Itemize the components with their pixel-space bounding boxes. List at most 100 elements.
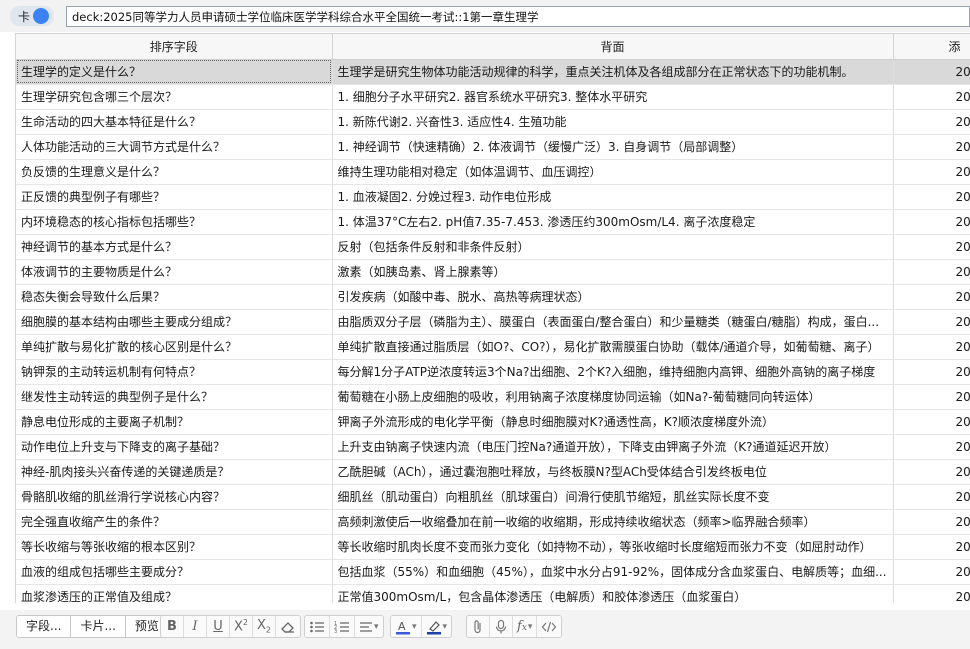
table-row[interactable]: 细胞膜的基本结构由哪些主要成分组成？ 由脂质双分子层（磷脂为主）、膜蛋白（表面蛋白…	[16, 309, 970, 335]
table-row[interactable]: 稳态失衡会导致什么后果？引发疾病（如酸中毒、脱水、高热等病理状态）202	[16, 284, 970, 310]
cell-sort-field[interactable]: 细胞膜的基本结构由哪些主要成分组成？	[16, 309, 333, 335]
column-header-sort-field[interactable]: 排序字段	[16, 34, 333, 60]
search-input[interactable]	[66, 6, 970, 27]
cell-added[interactable]: 202	[893, 459, 970, 485]
cards-button[interactable]: 卡片...	[71, 616, 126, 637]
cell-back[interactable]: 引发疾病（如酸中毒、脱水、高热等病理状态）	[332, 284, 894, 310]
table-row[interactable]: 动作电位上升支与下降支的离子基础？ 上升支由钠离子快速内流（电压门控Na?通道开放…	[16, 434, 970, 460]
cell-added[interactable]: 202	[893, 409, 970, 435]
cell-sort-field[interactable]: 正反馈的典型例子有哪些？	[16, 184, 333, 210]
cell-back[interactable]: 细肌丝（肌动蛋白）向粗肌丝（肌球蛋白）间滑行使肌节缩短，肌丝实际长度不变	[332, 484, 894, 510]
cell-back[interactable]: 高频刺激使后一收缩叠加在前一收缩的收缩期，形成持续收缩状态（频率>临界融合频率）	[332, 509, 894, 535]
align-icon[interactable]: ▾	[355, 616, 383, 637]
table-row[interactable]: 单纯扩散与易化扩散的核心区别是什么？ 单纯扩散直接通过脂质层（如O?、CO?），易…	[16, 334, 970, 360]
cell-added[interactable]: 202	[893, 84, 970, 110]
cell-added[interactable]: 202	[893, 284, 970, 310]
cell-back[interactable]: 1. 神经调节（快速精确）2. 体液调节（缓慢广泛）3. 自身调节（局部调整）	[332, 134, 894, 160]
table-row[interactable]: 骨骼肌收缩的肌丝滑行学说核心内容？ 细肌丝（肌动蛋白）向粗肌丝（肌球蛋白）间滑行使…	[16, 484, 970, 510]
table-row[interactable]: 血液的组成包括哪些主要成分？ 包括血浆（55%）和血细胞（45%），血浆中水分占9…	[16, 559, 970, 585]
cell-sort-field[interactable]: 骨骼肌收缩的肌丝滑行学说核心内容？	[16, 484, 333, 510]
table-row[interactable]: 等长收缩与等张收缩的根本区别？ 等长收缩时肌肉长度不变而张力变化（如持物不动），等…	[16, 534, 970, 560]
cell-added[interactable]: 202	[893, 359, 970, 385]
cell-added[interactable]: 202	[893, 484, 970, 510]
cell-sort-field[interactable]: 完全强直收缩产生的条件？	[16, 509, 333, 535]
cell-added[interactable]: 202	[893, 334, 970, 360]
cell-sort-field[interactable]: 稳态失衡会导致什么后果？	[16, 284, 333, 310]
table-row[interactable]: 完全强直收缩产生的条件？ 高频刺激使后一收缩叠加在前一收缩的收缩期，形成持续收缩状…	[16, 509, 970, 535]
cell-added[interactable]: 202	[893, 159, 970, 185]
table-row[interactable]: 钠钾泵的主动转运机制有何特点？ 每分解1分子ATP逆浓度转运3个Na?出细胞、2个…	[16, 359, 970, 385]
underline-icon[interactable]: U	[207, 616, 230, 637]
cell-added[interactable]: 202	[893, 259, 970, 285]
cell-added[interactable]: 202	[893, 534, 970, 560]
cell-added[interactable]: 202	[893, 134, 970, 160]
cell-back[interactable]: 1. 新陈代谢2. 兴奋性3. 适应性4. 生殖功能	[332, 109, 894, 135]
cell-sort-field[interactable]: 动作电位上升支与下降支的离子基础？	[16, 434, 333, 460]
table-row[interactable]: 血浆渗透压的正常值及组成？ 正常值300mOsm/L，包含晶体渗透压（电解质）和胶…	[16, 584, 970, 603]
cell-added[interactable]: 202	[893, 584, 970, 603]
cell-sort-field[interactable]: 静息电位形成的主要离子机制？	[16, 409, 333, 435]
cell-back[interactable]: 1. 细胞分子水平研究2. 器官系统水平研究3. 整体水平研究	[332, 84, 894, 110]
cell-sort-field[interactable]: 生理学研究包含哪三个层次？	[16, 84, 333, 110]
cell-added[interactable]: 202	[893, 109, 970, 135]
table-row[interactable]: 静息电位形成的主要离子机制？ 钾离子外流形成的电化学平衡（静息时细胞膜对K?通透性…	[16, 409, 970, 435]
table-row[interactable]: 继发性主动转运的典型例子是什么？ 葡萄糖在小肠上皮细胞的吸收，利用钠离子浓度梯度协…	[16, 384, 970, 410]
cell-back[interactable]: 包括血浆（55%）和血细胞（45%），血浆中水分占91-92%，固体成分含血浆蛋…	[332, 559, 894, 585]
column-header-back[interactable]: 背面	[332, 34, 894, 60]
html-code-icon[interactable]	[537, 616, 562, 637]
cell-back[interactable]: 反射（包括条件反射和非条件反射）	[332, 234, 894, 260]
cell-sort-field[interactable]: 生命活动的四大基本特征是什么？	[16, 109, 333, 135]
cell-back[interactable]: 1. 体温37°C左右2. pH值7.35-7.453. 渗透压约300mOsm…	[332, 209, 894, 235]
cell-sort-field[interactable]: 内环境稳态的核心指标包括哪些？	[16, 209, 333, 235]
microphone-icon[interactable]	[490, 616, 513, 637]
cell-sort-field[interactable]: 负反馈的生理意义是什么？	[16, 159, 333, 185]
cell-back[interactable]: 乙酰胆碱（ACh），通过囊泡胞吐释放，与终板膜N?型ACh受体结合引发终板电位	[332, 459, 894, 485]
cell-sort-field[interactable]: 继发性主动转运的典型例子是什么？	[16, 384, 333, 410]
table-row[interactable]: 人体功能活动的三大调节方式是什么？ 1. 神经调节（快速精确）2. 体液调节（缓慢…	[16, 134, 970, 160]
cell-sort-field[interactable]: 等长收缩与等张收缩的根本区别？	[16, 534, 333, 560]
cell-sort-field[interactable]: 钠钾泵的主动转运机制有何特点？	[16, 359, 333, 385]
cell-added[interactable]: 202	[893, 384, 970, 410]
cell-back[interactable]: 葡萄糖在小肠上皮细胞的吸收，利用钠离子浓度梯度协同运输（如Na?-葡萄糖同向转运…	[332, 384, 894, 410]
cell-back[interactable]: 生理学是研究生物体功能活动规律的科学，重点关注机体及各组成部分在正常状态下的功能…	[332, 59, 894, 85]
cell-sort-field[interactable]: 单纯扩散与易化扩散的核心区别是什么？	[16, 334, 333, 360]
cell-added[interactable]: 202	[893, 559, 970, 585]
table-row[interactable]: 生理学的定义是什么？ 生理学是研究生物体功能活动规律的科学，重点关注机体及各组成部…	[16, 59, 970, 85]
cell-back[interactable]: 正常值300mOsm/L，包含晶体渗透压（电解质）和胶体渗透压（血浆蛋白）	[332, 584, 894, 603]
cell-back[interactable]: 维持生理功能相对稳定（如体温调节、血压调控）	[332, 159, 894, 185]
cell-back[interactable]: 上升支由钠离子快速内流（电压门控Na?通道开放），下降支由钾离子外流（K?通道延…	[332, 434, 894, 460]
cell-added[interactable]: 202	[893, 434, 970, 460]
cell-sort-field[interactable]: 血浆渗透压的正常值及组成？	[16, 584, 333, 603]
cell-added[interactable]: 202	[893, 309, 970, 335]
cell-back[interactable]: 等长收缩时肌肉长度不变而张力变化（如持物不动），等张收缩时长度缩短而张力不变（如…	[332, 534, 894, 560]
fields-button[interactable]: 字段...	[17, 616, 72, 637]
highlight-icon[interactable]: ▾	[421, 616, 452, 637]
cards-notes-toggle[interactable]: 卡	[10, 6, 54, 26]
table-row[interactable]: 内环境稳态的核心指标包括哪些？ 1. 体温37°C左右2. pH值7.35-7.4…	[16, 209, 970, 235]
cell-sort-field[interactable]: 血液的组成包括哪些主要成分？	[16, 559, 333, 585]
subscript-icon[interactable]: X2	[253, 616, 276, 637]
cell-added[interactable]: 202	[893, 234, 970, 260]
cell-back[interactable]: 激素（如胰岛素、肾上腺素等）	[332, 259, 894, 285]
bulleted-list-icon[interactable]	[305, 616, 330, 637]
cell-sort-field[interactable]: 人体功能活动的三大调节方式是什么？	[16, 134, 333, 160]
table-row[interactable]: 生理学研究包含哪三个层次？ 1. 细胞分子水平研究2. 器官系统水平研究3. 整体…	[16, 84, 970, 110]
bold-icon[interactable]: B	[161, 616, 184, 637]
attachment-icon[interactable]	[467, 616, 490, 637]
table-row[interactable]: 神经-肌肉接头兴奋传递的关键递质是？ 乙酰胆碱（ACh），通过囊泡胞吐释放，与终板…	[16, 459, 970, 485]
table-row[interactable]: 负反馈的生理意义是什么？维持生理功能相对稳定（如体温调节、血压调控）202	[16, 159, 970, 185]
numbered-list-icon[interactable]: 123	[330, 616, 355, 637]
cell-back[interactable]: 1. 血液凝固2. 分娩过程3. 动作电位形成	[332, 184, 894, 210]
italic-icon[interactable]: I	[184, 616, 207, 637]
superscript-icon[interactable]: X2	[230, 616, 253, 637]
cell-added[interactable]: 202	[893, 59, 970, 85]
eraser-icon[interactable]	[276, 616, 300, 637]
cell-back[interactable]: 由脂质双分子层（磷脂为主）、膜蛋白（表面蛋白/整合蛋白）和少量糖类（糖蛋白/糖脂…	[332, 309, 894, 335]
cell-sort-field[interactable]: 神经调节的基本方式是什么？	[16, 234, 333, 260]
cell-sort-field[interactable]: 体液调节的主要物质是什么？	[16, 259, 333, 285]
cell-back[interactable]: 单纯扩散直接通过脂质层（如O?、CO?），易化扩散需膜蛋白协助（载体/通道介导，…	[332, 334, 894, 360]
table-row[interactable]: 神经调节的基本方式是什么？反射（包括条件反射和非条件反射）202	[16, 234, 970, 260]
cell-added[interactable]: 202	[893, 509, 970, 535]
function-icon[interactable]: fx ▾	[513, 616, 538, 637]
cell-added[interactable]: 202	[893, 184, 970, 210]
